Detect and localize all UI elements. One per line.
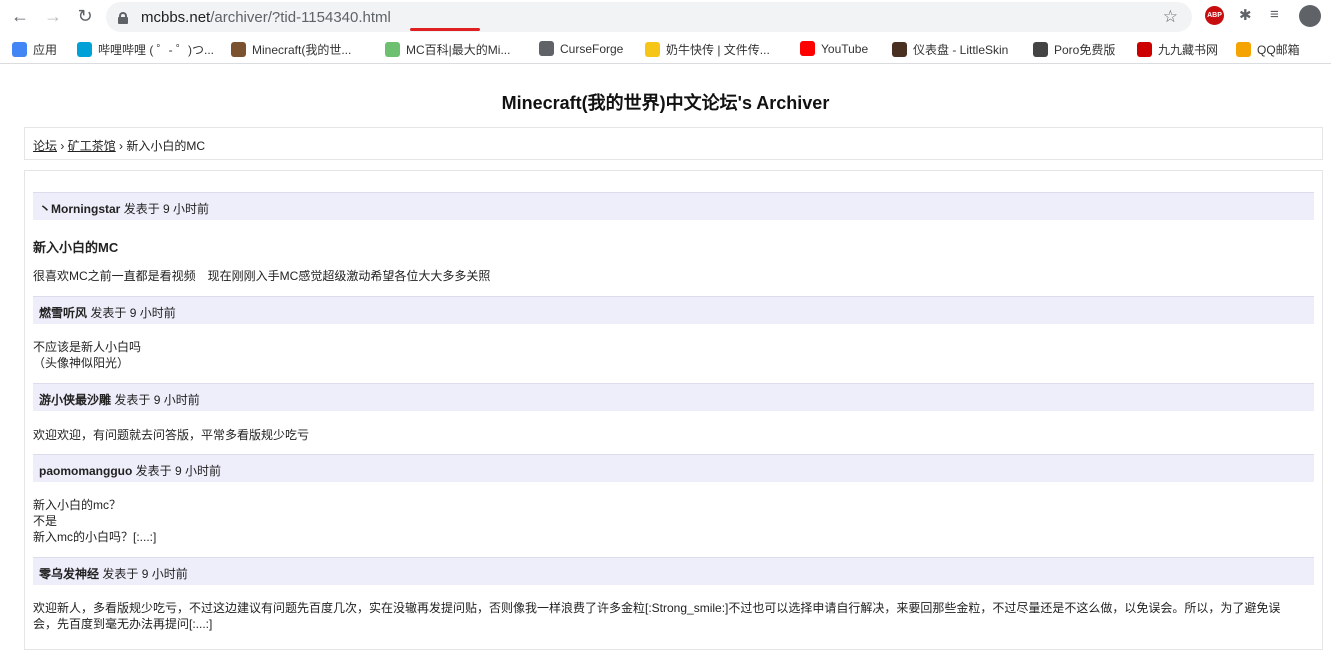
post-body: 欢迎欢迎，有问题就去问答版，平常多看版规少吃亏 <box>33 428 310 442</box>
post-body: 很喜欢MC之前一直都是看视频 现在刚刚入手MC感觉超级激动希望各位大大多多关照 <box>33 269 491 283</box>
bookmark-item[interactable]: 应用 <box>12 41 57 58</box>
mcmod-icon <box>385 42 400 57</box>
profile-avatar-icon[interactable] <box>1299 5 1321 27</box>
post-header: paomomangguo 发表于 9 小时前 <box>33 454 1314 482</box>
adblock-plus-icon[interactable]: ABP <box>1205 6 1224 25</box>
post-body: 新入小白的mc？ 不是 新入mc的小白吗？[:...:] <box>33 498 157 544</box>
breadcrumb-current: 新入小白的MC <box>126 139 206 153</box>
bookmark-label: 九九藏书网 <box>1158 43 1219 57</box>
back-icon[interactable]: ← <box>9 5 31 27</box>
lock-icon <box>118 11 128 24</box>
poro-icon <box>1033 42 1048 57</box>
breadcrumb: 论坛 › 矿工茶馆 › 新入小白的MC <box>24 127 1323 160</box>
cow-icon <box>645 42 660 57</box>
bookmark-item[interactable]: QQ邮箱 <box>1236 41 1300 58</box>
post-time: 发表于 9 小时前 <box>90 306 176 320</box>
bookmark-item[interactable]: 九九藏书网 <box>1137 41 1218 58</box>
post-header: 丶Morningstar 发表于 9 小时前 <box>33 192 1314 220</box>
post-time: 发表于 9 小时前 <box>123 202 210 216</box>
post-body: 不应该是新人小白吗 （头像神似阳光） <box>33 340 142 370</box>
bookmark-item[interactable]: CurseForge <box>539 41 623 56</box>
breadcrumb-board-link[interactable]: 矿工茶馆 <box>68 139 116 153</box>
post-time: 发表于 9 小时前 <box>102 567 188 581</box>
globe-icon <box>539 41 554 56</box>
thread-content: 丶Morningstar 发表于 9 小时前 新入小白的MC 很喜欢MC之前一直… <box>24 170 1323 650</box>
bookmark-label: YouTube <box>821 41 869 56</box>
bookmark-item[interactable]: Minecraft(我的世... <box>231 41 351 58</box>
browser-toolbar: ← → ↻ mcbbs.net/archiver/?tid-1154340.ht… <box>0 0 1331 34</box>
forward-icon[interactable]: → <box>42 5 64 27</box>
post-author[interactable]: 丶Morningstar <box>39 202 120 216</box>
bookmarks-bar: 应用 哔哩哔哩 ( ゜- ゜)つ... Minecraft(我的世... MC百科|最… <box>0 34 1331 64</box>
address-bar[interactable]: mcbbs.net/archiver/?tid-1154340.html ☆ <box>106 2 1192 32</box>
post-author[interactable]: paomomangguo <box>39 464 132 478</box>
post-author[interactable]: 燃雪听风 <box>39 306 87 320</box>
bookmark-label: QQ邮箱 <box>1257 43 1300 57</box>
bookmark-label: 应用 <box>33 43 58 57</box>
bookmark-item[interactable]: YouTube <box>800 41 868 56</box>
bookmark-item[interactable]: 仪表盘 - LittleSkin <box>892 41 1008 58</box>
bookmark-star-icon[interactable]: ☆ <box>1163 7 1178 27</box>
post-author[interactable]: 零乌发神经 <box>39 567 99 581</box>
post-author[interactable]: 游小侠最沙雕 <box>39 393 111 407</box>
bookmark-label: 仪表盘 - LittleSkin <box>913 43 1009 57</box>
post-time: 发表于 9 小时前 <box>114 393 200 407</box>
bookmark-label: Minecraft(我的世... <box>252 43 352 57</box>
bookmark-label: 奶牛快传 | 文件传... <box>666 43 770 57</box>
post-body: 欢迎新人，多看版规少吃亏，不过这边建议有问题先百度几次，实在没辙再发提问贴，否则… <box>33 601 1281 631</box>
bookmark-label: MC百科|最大的Mi... <box>406 43 511 57</box>
page-title: Minecraft(我的世界)中文论坛's Archiver <box>501 93 830 113</box>
extensions-puzzle-icon[interactable]: ✱ <box>1239 6 1252 24</box>
bookmark-label: Poro免费版 <box>1054 43 1116 57</box>
url-path: /archiver/?tid-1154340.html <box>210 8 391 26</box>
breadcrumb-forum-link[interactable]: 论坛 <box>33 139 57 153</box>
bookmark-label: CurseForge <box>560 41 624 56</box>
qqmail-icon <box>1236 42 1251 57</box>
post-header: 游小侠最沙雕 发表于 9 小时前 <box>33 383 1314 411</box>
youtube-icon <box>800 41 815 56</box>
media-queue-icon[interactable]: ≡ <box>1270 6 1279 23</box>
bilibili-icon <box>77 42 92 57</box>
littleskin-icon <box>892 42 907 57</box>
bookmark-item[interactable]: 哔哩哔哩 ( ゜- ゜)つ... <box>77 41 214 58</box>
book-icon <box>1137 42 1152 57</box>
bookmark-item[interactable]: MC百科|最大的Mi... <box>385 41 510 58</box>
apps-grid-icon <box>12 42 27 57</box>
red-underline-annotation <box>410 28 480 31</box>
post-header: 零乌发神经 发表于 9 小时前 <box>33 557 1314 585</box>
minecraft-icon <box>231 42 246 57</box>
bookmark-label: 哔哩哔哩 ( ゜- ゜)つ... <box>98 43 214 57</box>
bookmark-item[interactable]: Poro免费版 <box>1033 41 1115 58</box>
bookmark-item[interactable]: 奶牛快传 | 文件传... <box>645 41 770 58</box>
reload-icon[interactable]: ↻ <box>74 5 96 27</box>
post-time: 发表于 9 小时前 <box>135 464 222 478</box>
url-host: mcbbs.net <box>141 8 211 26</box>
post-header: 燃雪听风 发表于 9 小时前 <box>33 296 1314 324</box>
thread-title: 新入小白的MC <box>33 240 119 255</box>
